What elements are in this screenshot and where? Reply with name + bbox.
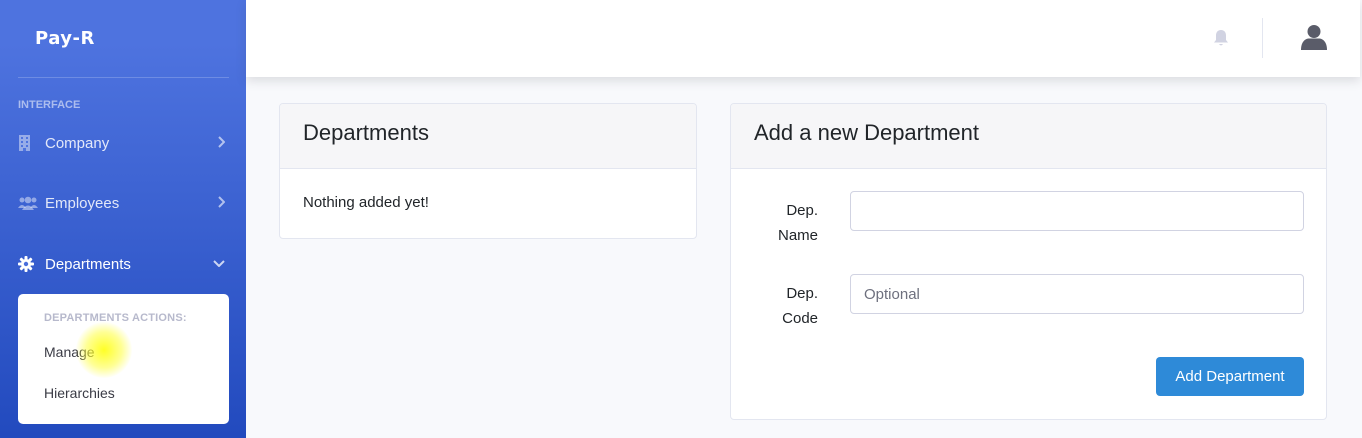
- user-avatar-icon[interactable]: [1300, 24, 1328, 55]
- label-line: Dep.: [786, 202, 818, 219]
- dep-name-label: Dep. Name: [758, 198, 818, 248]
- submenu-item-hierarchies[interactable]: Hierarchies: [44, 385, 115, 401]
- dep-code-label: Dep. Code: [758, 281, 818, 331]
- topbar: [246, 0, 1360, 77]
- users-icon: [18, 195, 40, 211]
- chevron-right-icon: [217, 196, 225, 208]
- card-title: Add a new Department: [754, 120, 980, 145]
- submenu-header: DEPARTMENTS ACTIONS:: [44, 312, 187, 324]
- gear-icon: [18, 256, 40, 272]
- topbar-divider: [1262, 18, 1263, 58]
- departments-card: Departments Nothing added yet!: [279, 103, 697, 239]
- chevron-right-icon: [217, 136, 225, 148]
- sidebar-item-label: Departments: [45, 255, 131, 273]
- label-line: Code: [782, 310, 818, 327]
- label-line: Dep.: [786, 285, 818, 302]
- sidebar-item-company[interactable]: Company: [18, 131, 229, 155]
- add-department-button[interactable]: Add Department: [1156, 357, 1304, 396]
- sidebar-item-label: Company: [45, 134, 110, 152]
- card-header: Add a new Department: [731, 104, 1326, 169]
- bell-icon[interactable]: [1213, 29, 1229, 52]
- add-department-card: Add a new Department Dep. Name Dep. Code…: [730, 103, 1327, 420]
- card-title: Departments: [303, 120, 429, 145]
- brand-logo[interactable]: Pay-R: [35, 28, 95, 49]
- card-header: Departments: [280, 104, 696, 169]
- label-line: Name: [777, 227, 818, 244]
- sidebar: Pay-R INTERFACE Company Employees Depart…: [0, 0, 246, 438]
- building-icon: [18, 135, 40, 151]
- sidebar-item-employees[interactable]: Employees: [18, 191, 229, 215]
- departments-submenu: DEPARTMENTS ACTIONS: Manage Hierarchies: [18, 294, 229, 424]
- sidebar-heading: INTERFACE: [18, 99, 81, 111]
- dep-code-input[interactable]: [850, 274, 1304, 314]
- sidebar-item-departments[interactable]: Departments: [18, 252, 229, 276]
- sidebar-divider: [18, 77, 229, 78]
- sidebar-item-label: Employees: [45, 194, 120, 212]
- chevron-down-icon: [213, 259, 225, 267]
- empty-state-text: Nothing added yet!: [303, 194, 429, 211]
- dep-name-input[interactable]: [850, 191, 1304, 231]
- submenu-item-manage[interactable]: Manage: [44, 344, 95, 360]
